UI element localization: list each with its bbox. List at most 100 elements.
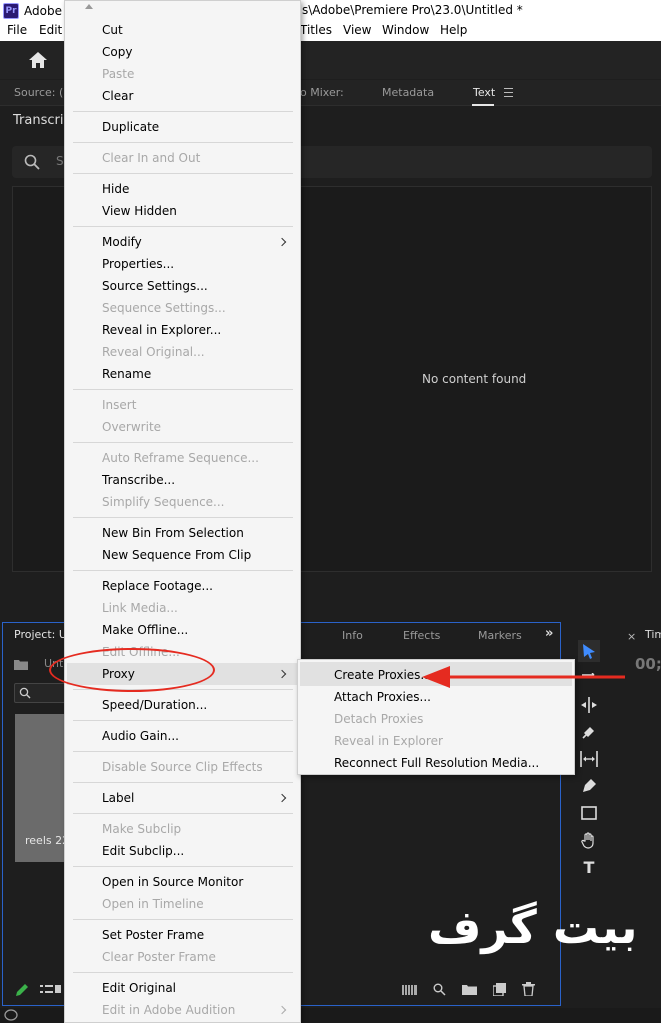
menu-titles[interactable]: Titles [300,23,332,37]
home-icon[interactable] [28,51,48,69]
ripple-edit-tool-icon[interactable] [578,694,600,716]
selection-tool-icon[interactable] [578,640,600,662]
menu-item-edit-original[interactable]: Edit Original [102,978,176,998]
menu-item-open-in-source-monitor[interactable]: Open in Source Monitor [102,872,243,892]
menu-item-auto-reframe-sequence: Auto Reframe Sequence... [102,451,259,465]
submenu-item-reveal-in-explorer: Reveal in Explorer [334,734,443,748]
tab-info[interactable]: Info [342,629,363,642]
active-tab-indicator [472,104,494,106]
menu-item-modify[interactable]: Modify [102,232,142,252]
list-view-icon[interactable] [40,984,62,996]
menu-item-set-poster-frame[interactable]: Set Poster Frame [102,925,204,945]
menu-item-link-media: Link Media... [102,601,178,615]
window-title-left: Adobe [24,3,62,18]
menu-item-open-in-timeline: Open in Timeline [102,897,204,911]
tab-project[interactable]: Project: U [14,628,67,641]
menu-scroll-up-icon[interactable] [85,4,93,9]
menu-item-make-offline[interactable]: Make Offline... [102,620,188,640]
menu-separator [73,751,293,752]
tab-markers[interactable]: Markers [478,629,522,642]
menu-file[interactable]: File [7,23,27,37]
menu-item-rename[interactable]: Rename [102,364,151,384]
timeline-close-icon[interactable]: × [627,630,636,643]
new-bin-icon[interactable] [462,984,477,995]
menu-item-clear[interactable]: Clear [102,86,133,106]
menu-item-disable-source-clip-effects: Disable Source Clip Effects [102,760,263,774]
menu-separator [73,173,293,174]
submenu-chevron-right-icon [277,793,287,803]
menu-separator [73,389,293,390]
premiere-pro-logo-icon: Pr [3,2,19,19]
menu-item-simplify-sequence: Simplify Sequence... [102,495,225,509]
annotation-arrow-icon [422,666,625,688]
panel-menu-icon[interactable] [504,88,513,100]
hand-tool-icon[interactable] [578,829,600,851]
menu-edit[interactable]: Edit [39,23,62,37]
razor-tool-icon[interactable] [578,721,600,743]
find-icon[interactable] [433,983,446,996]
menu-item-hide[interactable]: Hide [102,179,129,199]
submenu-item-create-proxies[interactable]: Create Proxies... [334,665,432,685]
menu-separator [73,782,293,783]
menu-separator [73,813,293,814]
menu-item-sequence-settings: Sequence Settings... [102,301,226,315]
menu-item-audio-gain[interactable]: Audio Gain... [102,726,179,746]
tab-effects[interactable]: Effects [403,629,440,642]
pen-tool-icon[interactable] [578,775,600,797]
trash-icon[interactable] [522,982,535,996]
watermark-logo: بیت گرف [428,900,638,954]
tab-metadata[interactable]: Metadata [382,86,434,99]
menu-item-transcribe[interactable]: Transcribe... [102,470,175,490]
search-placeholder: S [56,154,64,168]
menu-item-label[interactable]: Label [102,788,134,808]
project-search-input[interactable] [14,683,66,703]
timeline-tab[interactable]: Tim [645,628,661,641]
proxy-highlight-ellipse [49,648,215,692]
menu-separator [73,570,293,571]
menu-item-source-settings[interactable]: Source Settings... [102,276,208,296]
menu-item-properties[interactable]: Properties... [102,254,174,274]
tab-text[interactable]: Text [473,86,495,99]
pencil-icon[interactable] [14,982,30,998]
automate-to-sequence-icon[interactable] [402,985,418,995]
menu-separator [73,142,293,143]
rectangle-tool-icon[interactable] [578,802,600,824]
menu-item-speed-duration[interactable]: Speed/Duration... [102,695,207,715]
menu-item-new-sequence-from-clip[interactable]: New Sequence From Clip [102,545,251,565]
submenu-item-reconnect-full-resolution-media[interactable]: Reconnect Full Resolution Media... [334,753,539,773]
menu-separator [73,111,293,112]
menu-separator [73,972,293,973]
new-item-icon[interactable] [493,983,506,996]
submenu-item-attach-proxies[interactable]: Attach Proxies... [334,687,431,707]
type-tool-icon[interactable]: T [578,856,600,878]
status-icon [4,1009,18,1021]
slip-tool-icon[interactable] [578,748,600,770]
clip-name[interactable]: reels 22 [25,834,69,847]
menu-item-insert: Insert [102,398,137,412]
menu-help[interactable]: Help [440,23,467,37]
menu-item-view-hidden[interactable]: View Hidden [102,201,177,221]
submenu-chevron-right-icon [277,1005,287,1015]
menu-item-reveal-in-explorer[interactable]: Reveal in Explorer... [102,320,221,340]
menu-item-replace-footage[interactable]: Replace Footage... [102,576,213,596]
more-panels-chevron-icon[interactable]: » [545,626,553,641]
menu-item-clear-in-and-out: Clear In and Out [102,151,201,165]
menu-view[interactable]: View [343,23,371,37]
menu-item-clear-poster-frame: Clear Poster Frame [102,950,216,964]
tab-audio-mixer[interactable]: o Mixer: [300,86,344,99]
menu-item-duplicate[interactable]: Duplicate [102,117,159,137]
search-icon [24,154,40,170]
menu-separator [73,442,293,443]
menu-item-new-bin-from-selection[interactable]: New Bin From Selection [102,523,244,543]
menu-item-make-subclip: Make Subclip [102,822,182,836]
tab-source[interactable]: Source: (n [14,86,70,99]
menu-separator [73,720,293,721]
menu-window[interactable]: Window [382,23,429,37]
context-menu: Cut Copy Paste Clear Duplicate Clear In and O… [64,0,301,1023]
menu-item-cut[interactable]: Cut [102,20,123,40]
menu-item-copy[interactable]: Copy [102,42,132,62]
menu-separator [73,919,293,920]
no-content-message: No content found [422,372,527,386]
submenu-item-detach-proxies: Detach Proxies [334,712,424,726]
menu-item-edit-subclip[interactable]: Edit Subclip... [102,841,184,861]
